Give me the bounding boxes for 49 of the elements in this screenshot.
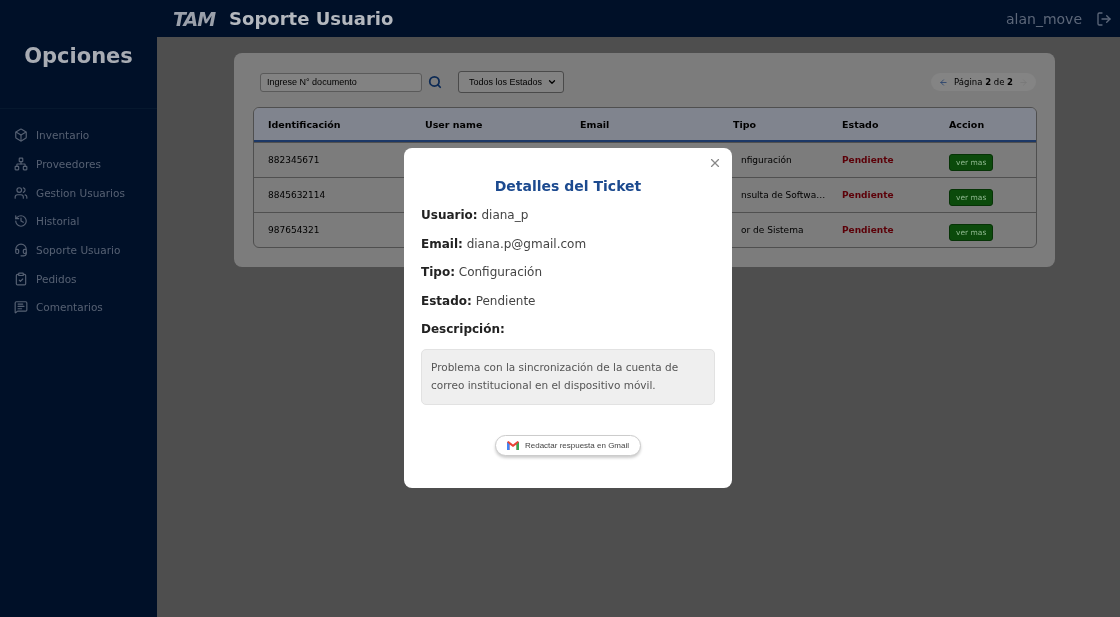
table-cell-text: 987654321: [267, 225, 321, 235]
search-field[interactable]: Ingrese N° documento: [260, 72, 422, 92]
page-title: Soporte Usuario: [229, 8, 395, 29]
history-icon: [14, 214, 28, 229]
headset-icon: [14, 243, 28, 258]
column-header: Tipo: [732, 118, 758, 130]
clipboard-icon: [14, 271, 28, 286]
search-icon[interactable]: [428, 75, 442, 89]
username: alan_move: [1005, 10, 1082, 27]
page-indicator: Página 2 de 2: [954, 77, 1013, 87]
description-label: Descripción:: [421, 322, 506, 336]
modal-title: Detalles del Ticket: [493, 178, 643, 194]
detail-field: Estado: Pendiente: [421, 293, 715, 308]
table-cell-text: 8845632114: [267, 190, 327, 200]
column-header: Estado: [841, 118, 880, 130]
mail-logo-icon: [506, 440, 519, 450]
logo: TAM: [173, 7, 216, 30]
column-header: Accion: [948, 118, 986, 130]
table-cell-text: 882345671: [267, 155, 321, 165]
sidebar-item[interactable]: Inventario: [0, 121, 157, 150]
logout-icon[interactable]: [1096, 10, 1112, 27]
gmail-reply-button[interactable]: Redactar respuesta en Gmail: [494, 434, 642, 456]
table-cell-text: nfiguración: [740, 155, 793, 165]
table-cell-text: or de Sistema: [740, 225, 805, 235]
sidebar-item[interactable]: Soporte Usuario: [0, 235, 157, 265]
sidebar-item[interactable]: Proveedores: [0, 149, 157, 179]
close-icon[interactable]: [708, 156, 722, 170]
cube-icon: [14, 128, 28, 143]
detail-field: Usuario: diana_p: [421, 208, 715, 222]
detail-field: Tipo: Configuración: [421, 265, 715, 279]
message-icon: [14, 300, 28, 315]
sidebar-item[interactable]: Pedidos: [0, 264, 157, 294]
status-text: Pendiente: [841, 225, 895, 235]
table-cell-text: nsulta de Softwa…: [740, 190, 827, 200]
users-icon: [14, 185, 28, 200]
status-text: Pendiente: [841, 190, 895, 200]
chevron-down-icon: [547, 77, 558, 87]
detail-field: Email: diana.p@gmail.com: [421, 236, 715, 251]
status-text: Pendiente: [841, 155, 895, 165]
sidebar-item[interactable]: Historial: [0, 207, 157, 236]
arrow-left-icon[interactable]: [939, 77, 949, 87]
network-icon: [14, 157, 28, 172]
sidebar-item[interactable]: Gestion Usuarios: [0, 178, 157, 208]
description-box: Problema con la sincronización de la cuenta de correo institucional en el dispositivo móvil.: [421, 349, 715, 405]
column-header: Email: [579, 118, 611, 130]
sidebar-item[interactable]: Comentarios: [0, 293, 157, 322]
status-select[interactable]: Todos los Estados: [458, 71, 565, 93]
column-header: Identificación: [267, 118, 342, 130]
column-header: User name: [424, 118, 484, 130]
